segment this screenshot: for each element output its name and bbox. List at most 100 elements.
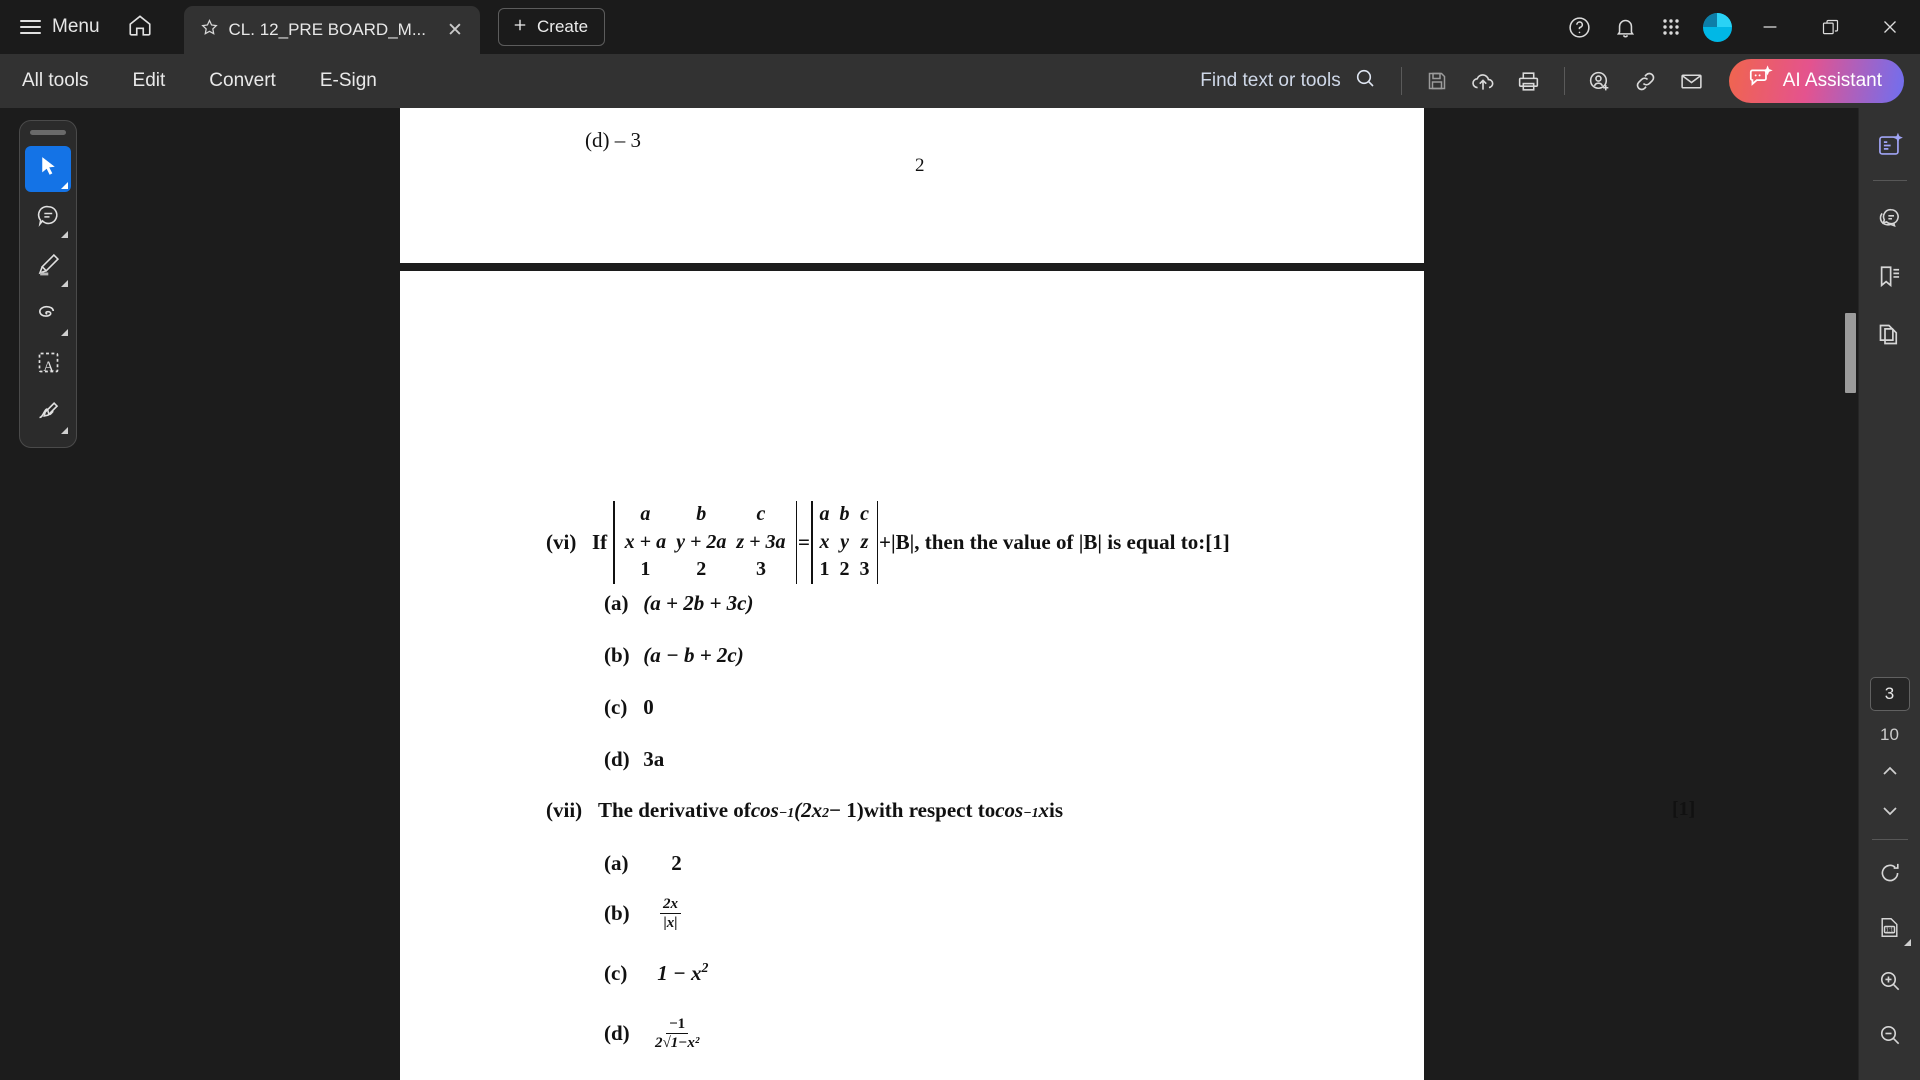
chevron-up-icon[interactable] xyxy=(1867,751,1913,791)
apps-grid-icon[interactable] xyxy=(1648,4,1694,50)
tab-convert[interactable]: Convert xyxy=(187,54,298,108)
tab-all-tools[interactable]: All tools xyxy=(0,54,111,108)
sign-pen-icon xyxy=(35,398,62,430)
denominator: 2√1−x² xyxy=(655,1035,700,1052)
drag-handle[interactable] xyxy=(30,130,66,135)
left-rail: A xyxy=(0,108,400,1080)
option-d-carryover: (d) – 3 xyxy=(585,128,641,152)
cell: c xyxy=(860,503,869,525)
option-vi-b: (b) (a − b + 2c) xyxy=(604,643,744,668)
option-label: (d) xyxy=(604,1021,630,1046)
plus-icon xyxy=(511,16,529,39)
divider xyxy=(1871,839,1908,840)
zoom-in-icon[interactable] xyxy=(1867,958,1913,1004)
cell: b xyxy=(696,503,707,525)
select-tool[interactable] xyxy=(25,146,71,192)
ai-assistant-label: AI Assistant xyxy=(1782,70,1882,91)
document-tab-title: CL. 12_PRE BOARD_M... xyxy=(228,20,426,39)
title-bar: Menu CL. 12_PRE BOARD_M... ✕ Create xyxy=(0,0,1920,54)
mail-icon[interactable] xyxy=(1669,58,1715,104)
option-vii-d: (d) −1 2√1−x² xyxy=(604,1016,702,1051)
rotate-icon[interactable] xyxy=(1867,850,1913,896)
current-page-value: 3 xyxy=(1884,684,1895,703)
option-label: (d) xyxy=(604,747,630,771)
option-vii-b: (b) 2x |x| xyxy=(604,896,681,931)
option-label: (a) xyxy=(604,851,629,875)
equals-sign: = xyxy=(798,529,811,554)
numerator: 2x xyxy=(660,896,681,915)
total-pages: 10 xyxy=(1880,725,1899,744)
cell: 1 xyxy=(640,558,651,581)
bookmarks-icon[interactable] xyxy=(1867,253,1913,299)
bell-icon[interactable] xyxy=(1602,4,1648,50)
option-label: (a) xyxy=(604,591,629,615)
cell: 2 xyxy=(839,558,850,581)
minimize-icon[interactable] xyxy=(1740,0,1800,54)
matrix-left: a b c x + a y + 2a z + 3a 1 2 3 xyxy=(613,501,798,584)
cell: z xyxy=(860,530,869,553)
question-vii-number: (vii) xyxy=(546,798,583,822)
ai-assistant-button[interactable]: AI Assistant xyxy=(1728,59,1904,103)
divider xyxy=(1400,67,1402,95)
link-icon[interactable] xyxy=(1623,58,1669,104)
ai-summary-icon[interactable] xyxy=(1867,122,1913,168)
question-vii-marks: [1] xyxy=(1672,798,1696,820)
tab-edit[interactable]: Edit xyxy=(111,54,188,108)
divider xyxy=(1872,180,1907,181)
denominator: |x| xyxy=(663,915,678,932)
document-viewport[interactable]: (d) – 3 2 (vi) If a b c x + a y + 2a z +… xyxy=(400,108,1858,1080)
create-button[interactable]: Create xyxy=(498,8,606,46)
print-icon[interactable] xyxy=(1506,58,1552,104)
menu-button[interactable]: Menu xyxy=(0,6,114,48)
expr2-var: x xyxy=(1038,798,1050,822)
search-input[interactable]: Find text or tools xyxy=(1188,60,1388,102)
highlight-tool[interactable] xyxy=(25,244,71,290)
cell: y + 2a xyxy=(676,530,727,553)
draw-tool[interactable] xyxy=(25,293,71,339)
cell: a xyxy=(640,503,651,525)
scrollbar-thumb[interactable] xyxy=(1845,313,1856,393)
fraction: −1 2√1−x² xyxy=(652,1016,702,1051)
comment-tool[interactable] xyxy=(25,195,71,241)
document-scrollbar[interactable] xyxy=(1842,108,1858,1080)
window-close-icon[interactable] xyxy=(1860,0,1920,54)
option-exponent: 2 xyxy=(701,960,709,975)
star-icon[interactable] xyxy=(200,18,219,42)
cell: c xyxy=(756,503,766,525)
cell: a xyxy=(819,503,830,525)
avatar[interactable] xyxy=(1694,4,1740,50)
zoom-out-icon[interactable] xyxy=(1867,1012,1913,1058)
tools-toolbar: All tools Edit Convert E-Sign Find text … xyxy=(0,54,1920,108)
home-button[interactable] xyxy=(118,5,162,49)
option-text: 2 xyxy=(671,851,682,875)
save-icon[interactable] xyxy=(1414,58,1460,104)
document-tab[interactable]: CL. 12_PRE BOARD_M... ✕ xyxy=(183,6,480,54)
close-icon[interactable]: ✕ xyxy=(442,17,468,43)
divider xyxy=(1563,67,1565,95)
create-label: Create xyxy=(537,17,589,36)
pdf-page-3: (vi) If a b c x + a y + 2a z + 3a 1 2 3 … xyxy=(400,271,1695,1080)
current-page-input[interactable]: 3 xyxy=(1869,677,1910,711)
cell: 1 xyxy=(819,558,830,581)
search-icon[interactable] xyxy=(1353,66,1377,96)
highlighter-pen-icon xyxy=(35,251,62,283)
toolbar-right-group: Find text or tools AI Assistant xyxy=(1188,58,1904,104)
fit-one-to-one-icon[interactable]: 1:1 xyxy=(1867,904,1913,950)
add-person-icon[interactable] xyxy=(1577,58,1623,104)
expr-cos: cos xyxy=(750,798,779,822)
text-select-tool[interactable]: A xyxy=(25,342,71,388)
restore-icon[interactable] xyxy=(1800,0,1860,54)
tab-esign[interactable]: E-Sign xyxy=(298,54,399,108)
comments-icon[interactable] xyxy=(1867,195,1913,241)
option-vii-a: (a) 2 xyxy=(604,851,682,876)
question-vii-text1: The derivative of xyxy=(598,798,751,822)
upload-cloud-icon[interactable] xyxy=(1460,58,1506,104)
help-icon[interactable] xyxy=(1556,4,1602,50)
expr2-cos: cos xyxy=(995,798,1024,822)
pages-thumbnail-icon[interactable] xyxy=(1867,311,1913,357)
question-vi-prefix: If xyxy=(592,529,608,554)
signature-tool[interactable] xyxy=(25,391,71,437)
option-vi-c: (c) 0 xyxy=(604,695,654,720)
chevron-down-icon[interactable] xyxy=(1867,791,1913,831)
menu-label: Menu xyxy=(52,16,100,37)
